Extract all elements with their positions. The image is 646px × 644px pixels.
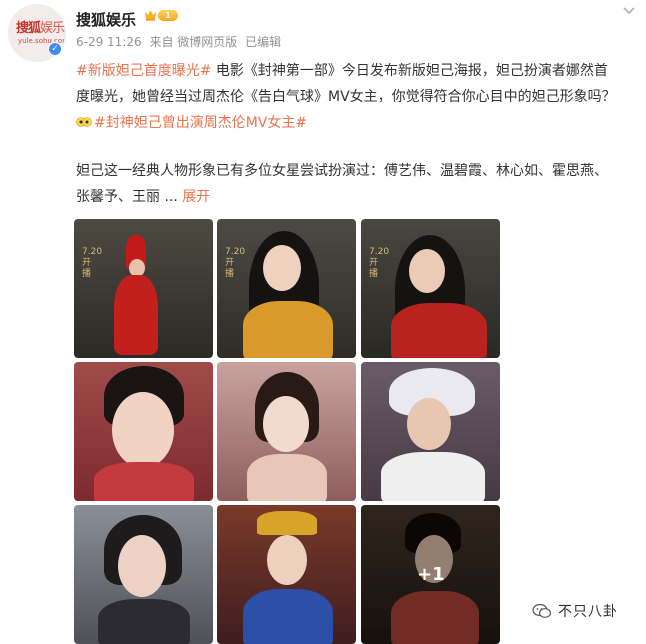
level-badge[interactable]: 1: [144, 9, 180, 23]
hashtag-link[interactable]: #封神妲己曾出演周杰伦MV女主#: [94, 115, 307, 131]
photo-thumbnail[interactable]: 7.20 开播: [217, 219, 356, 358]
post-text-second: 妲己这一经典人物形象已有多位女星尝试扮演过：傅艺伟、温碧霞、林心如、霍思燕、张馨…: [76, 158, 616, 210]
photo-thumbnail[interactable]: [74, 362, 213, 501]
photo-thumbnail[interactable]: [361, 362, 500, 501]
post-meta: 6-29 11:26 来自 微博网页版 已编辑: [76, 33, 285, 50]
emoji-icon: [76, 117, 92, 127]
watermark: 不只八卦: [532, 600, 618, 622]
post-source: 来自 微博网页版: [149, 35, 238, 49]
verified-check-icon: ✓: [48, 42, 62, 56]
level-number: 1: [158, 10, 178, 21]
more-photos-count[interactable]: +1: [417, 564, 445, 585]
post-text: #新版妲己首度曝光# 电影《封神第一部》今日发布新版妲己海报，妲己扮演者娜然首度…: [76, 58, 616, 136]
post-edited[interactable]: 已编辑: [245, 35, 281, 49]
image-grid: 7.20 开播 7.20 开播 7.20 开播 +1: [74, 219, 500, 644]
avatar-logo: 搜狐娱乐: [16, 21, 65, 36]
post-body-second: 妲己这一经典人物形象已有多位女星尝试扮演过：傅艺伟、温碧霞、林心如、霍思燕、张馨…: [76, 163, 608, 205]
hashtag-link[interactable]: #新版妲己首度曝光#: [76, 63, 211, 79]
expand-link[interactable]: 展开: [182, 189, 210, 205]
photo-thumbnail[interactable]: [217, 505, 356, 644]
account-name[interactable]: 搜狐娱乐: [76, 9, 136, 30]
photo-thumbnail[interactable]: +1: [361, 505, 500, 644]
weibo-post: 搜狐娱乐 yule.sohu.com ✓ 搜狐娱乐 1 6-29 11:26 来…: [0, 0, 646, 644]
photo-thumbnail[interactable]: [217, 362, 356, 501]
watermark-text: 不只八卦: [558, 604, 618, 620]
photo-thumbnail[interactable]: 7.20 开播: [361, 219, 500, 358]
post-time[interactable]: 6-29 11:26: [76, 35, 142, 49]
crown-icon: [144, 9, 157, 21]
poster-caption: 7.20 开播: [225, 247, 246, 279]
ellipsis: ...: [160, 189, 183, 205]
chevron-down-icon[interactable]: [622, 6, 636, 16]
poster-caption: 7.20 开播: [369, 247, 390, 279]
poster-caption: 7.20 开播: [82, 247, 103, 279]
wechat-icon: [532, 603, 552, 618]
photo-thumbnail[interactable]: [74, 505, 213, 644]
photo-thumbnail[interactable]: 7.20 开播: [74, 219, 213, 358]
